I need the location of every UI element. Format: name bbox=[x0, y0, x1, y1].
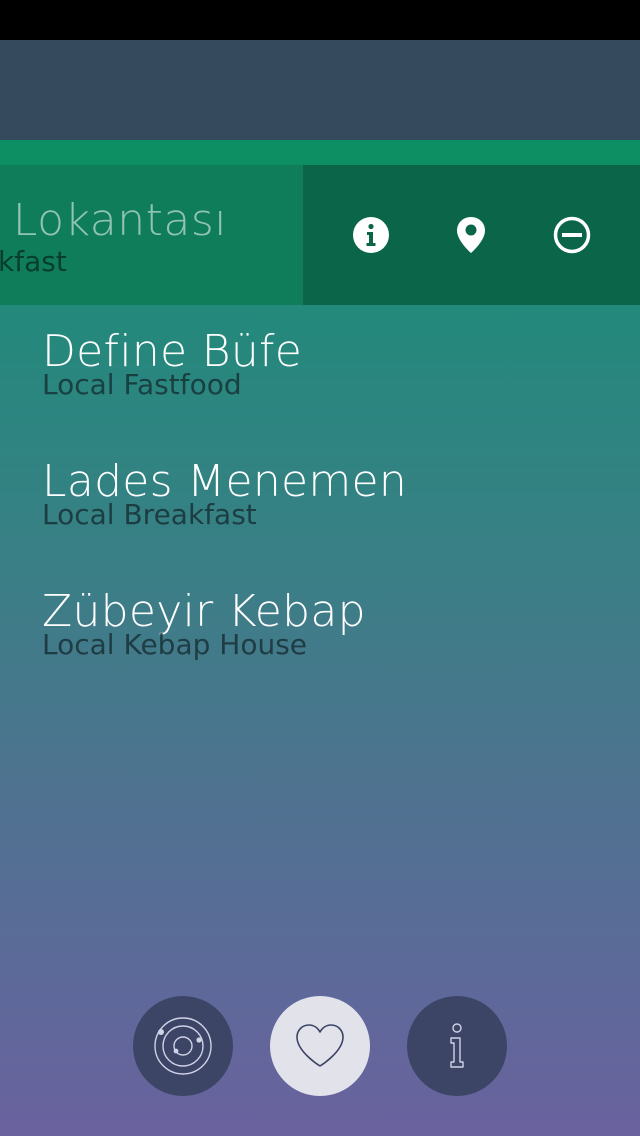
info-button[interactable] bbox=[351, 215, 391, 255]
swiped-item-subtitle: kfast bbox=[0, 245, 67, 278]
accent-bar bbox=[0, 140, 640, 165]
remove-button[interactable] bbox=[552, 215, 592, 255]
swiped-item-content[interactable]: n Lokantası kfast bbox=[0, 165, 303, 305]
location-pin-icon bbox=[457, 217, 485, 253]
location-button[interactable] bbox=[451, 215, 491, 255]
tab-favorites[interactable] bbox=[270, 996, 370, 1096]
header-bar bbox=[0, 40, 640, 140]
tab-explore[interactable] bbox=[133, 996, 233, 1096]
tab-info[interactable] bbox=[407, 996, 507, 1096]
list-item-subtitle: Local Fastfood bbox=[42, 368, 242, 401]
list-item[interactable]: Define Büfe Local Fastfood bbox=[42, 326, 602, 456]
bottom-tab-bar bbox=[0, 996, 640, 1096]
info-outline-icon bbox=[450, 1023, 464, 1068]
restaurant-list: Define Büfe Local Fastfood Lades Menemen… bbox=[42, 326, 602, 716]
orbit-icon bbox=[154, 1017, 212, 1075]
swiped-list-item[interactable]: n Lokantası kfast bbox=[0, 165, 640, 305]
list-item[interactable]: Lades Menemen Local Breakfast bbox=[42, 456, 602, 586]
list-item[interactable]: Zübeyir Kebap Local Kebap House bbox=[42, 586, 602, 716]
info-icon bbox=[353, 217, 389, 253]
heart-icon bbox=[296, 1024, 344, 1067]
swipe-actions-panel bbox=[303, 165, 640, 305]
remove-icon bbox=[553, 216, 591, 254]
status-bar bbox=[0, 0, 640, 40]
swiped-item-title: n Lokantası bbox=[0, 195, 227, 246]
